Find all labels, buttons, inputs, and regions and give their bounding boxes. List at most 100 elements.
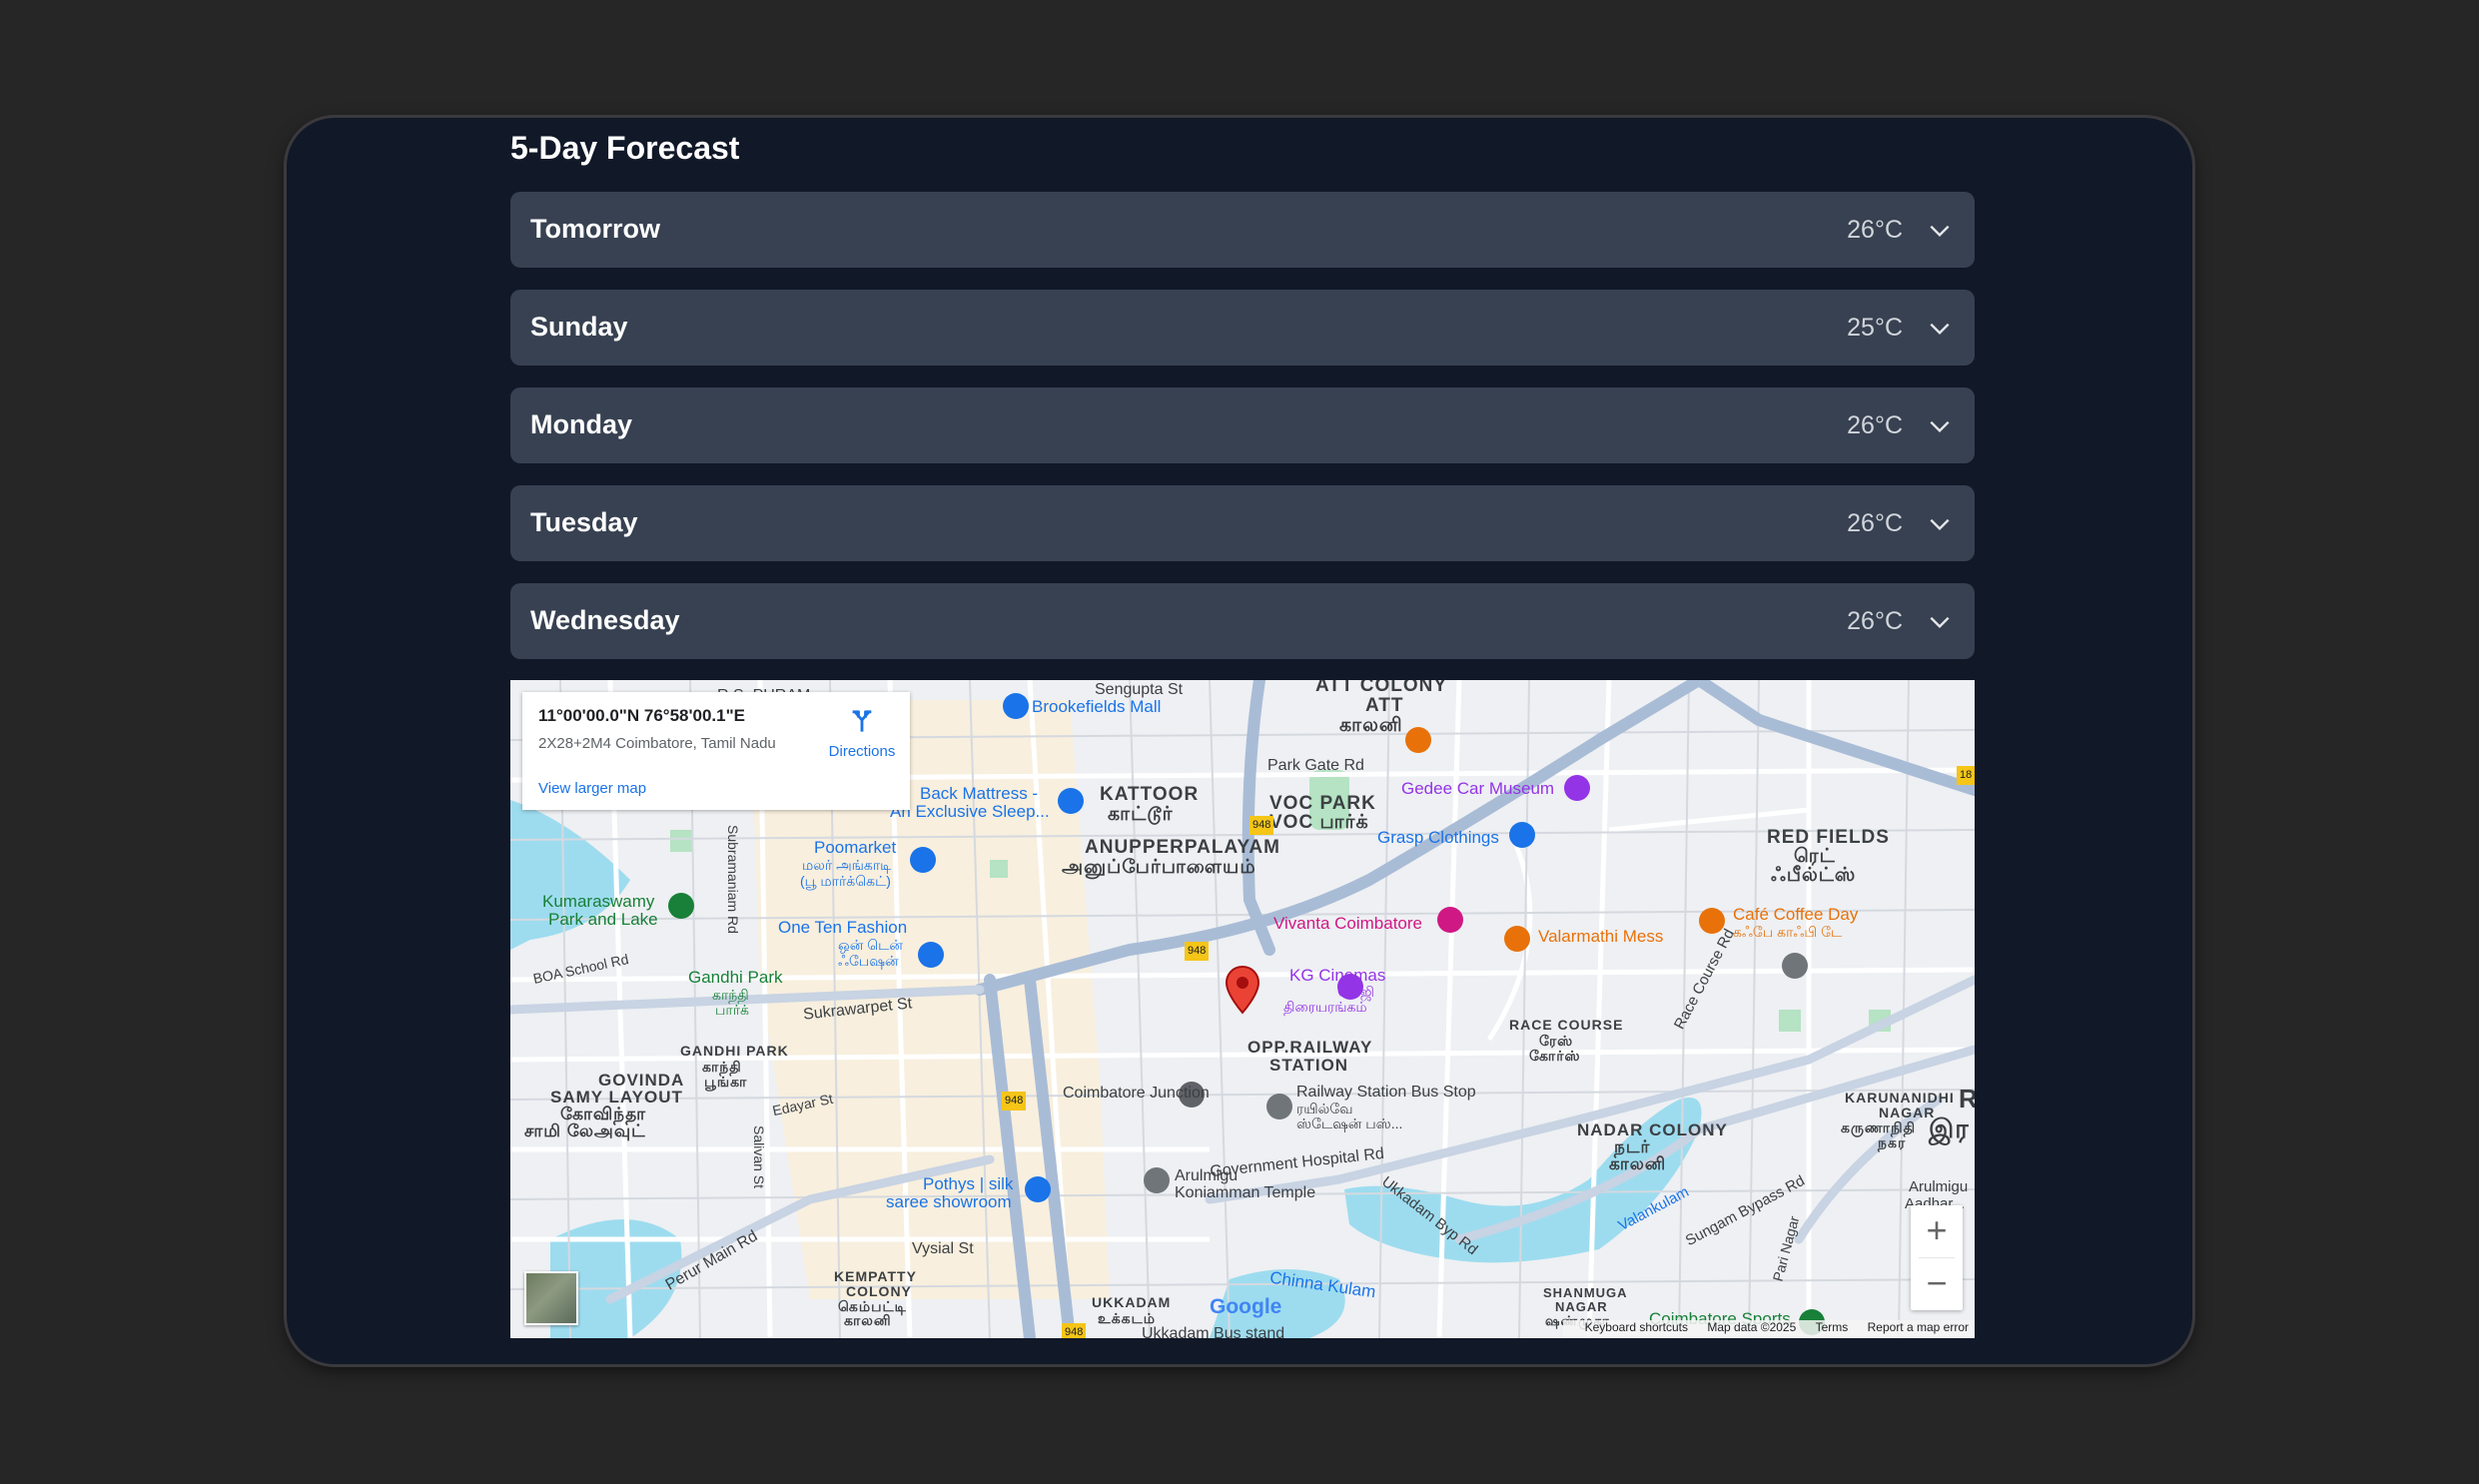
shopping-bag-icon[interactable] bbox=[1025, 1176, 1051, 1202]
map-label: One Ten Fashion bbox=[778, 918, 908, 937]
map-label: கோர்ஸ் bbox=[1529, 1048, 1581, 1064]
map-label: ஃபீல்ட்ஸ் bbox=[1771, 865, 1857, 886]
map-label: An Exclusive Sleep... bbox=[890, 802, 1050, 821]
chevron-down-icon bbox=[1930, 225, 1950, 238]
bus-stop-icon[interactable] bbox=[1266, 1094, 1292, 1119]
location-marker-icon[interactable] bbox=[1225, 965, 1260, 1015]
forecast-day-wednesday[interactable]: Wednesday 26°C bbox=[510, 583, 1975, 659]
map-label: Salivan St bbox=[751, 1125, 767, 1189]
map-label: Coimbatore Junction bbox=[1063, 1085, 1210, 1102]
day-name: Tomorrow bbox=[530, 214, 660, 244]
restaurant-icon[interactable] bbox=[1405, 727, 1431, 753]
plus-code-address: 2X28+2M4 Coimbatore, Tamil Nadu bbox=[538, 735, 776, 752]
section-title: 5-Day Forecast bbox=[510, 130, 740, 166]
forecast-day-monday[interactable]: Monday 26°C bbox=[510, 387, 1975, 463]
chevron-down-icon bbox=[1930, 518, 1950, 531]
directions-button[interactable]: Directions bbox=[824, 706, 900, 760]
map-label: KATTOOR bbox=[1100, 784, 1200, 805]
map-label: (பூ மார்க்கெட்) bbox=[800, 873, 891, 889]
map-label: Grasp Clothings bbox=[1377, 828, 1499, 847]
day-name: Monday bbox=[530, 409, 633, 439]
google-logo-text: Google bbox=[1210, 1295, 1282, 1318]
map-label: பூங்கா bbox=[704, 1074, 748, 1090]
place-info-card: 11°00'00.0"N 76°58'00.1"E 2X28+2M4 Coimb… bbox=[522, 692, 910, 810]
map-label: STATION bbox=[1269, 1056, 1349, 1075]
road-shield: 948 bbox=[1062, 1323, 1087, 1338]
hotel-icon[interactable] bbox=[1437, 907, 1463, 933]
zoom-out-button[interactable]: − bbox=[1911, 1258, 1963, 1310]
map-label: திரையரங்கம் bbox=[1283, 999, 1367, 1015]
map-label: Pothys | silk bbox=[923, 1174, 1014, 1193]
map-label: ஸ்டேஷன் பஸ்... bbox=[1296, 1115, 1403, 1131]
map-label: Gedee Car Museum bbox=[1401, 779, 1555, 798]
map-label: RED FIELDS bbox=[1767, 827, 1890, 848]
map-label: காலனி bbox=[844, 1312, 892, 1328]
road-shield: 948 bbox=[1002, 1092, 1027, 1111]
map-label: நகர bbox=[1878, 1134, 1907, 1150]
map-label: Café Coffee Day bbox=[1733, 905, 1859, 924]
map-label: காலனி bbox=[1339, 715, 1403, 736]
map-attribution: Keyboard shortcuts Map data ©2025 Terms … bbox=[1562, 1320, 1975, 1338]
map-label: சாமி லேஅவுட் bbox=[524, 1121, 646, 1140]
day-temperature: 26°C bbox=[1847, 411, 1903, 439]
day-temperature: 26°C bbox=[1847, 216, 1903, 244]
map-label: ஃபேஷன் bbox=[838, 953, 899, 969]
directions-label: Directions bbox=[828, 743, 896, 760]
embedded-map[interactable]: R.S. PURAM Sengupta St Brookefields Mall… bbox=[510, 680, 1975, 1338]
restaurant-icon[interactable] bbox=[1504, 926, 1530, 952]
map-label: Poomarket bbox=[814, 838, 897, 857]
map-label: காலனி bbox=[1609, 1154, 1667, 1173]
shopping-bag-icon[interactable] bbox=[1058, 788, 1084, 814]
shopping-bag-icon[interactable] bbox=[918, 942, 944, 968]
view-larger-map-link[interactable]: View larger map bbox=[538, 780, 646, 797]
day-temperature: 26°C bbox=[1847, 509, 1903, 537]
map-label: Back Mattress - bbox=[920, 784, 1039, 803]
terms-link[interactable]: Terms bbox=[1816, 1320, 1849, 1334]
map-label: ரெட் bbox=[1794, 846, 1836, 867]
forecast-day-sunday[interactable]: Sunday 25°C bbox=[510, 290, 1975, 366]
school-icon[interactable] bbox=[1782, 953, 1808, 979]
forecast-day-tomorrow[interactable]: Tomorrow 26°C bbox=[510, 192, 1975, 268]
day-name: Sunday bbox=[530, 312, 628, 342]
shopping-bag-icon[interactable] bbox=[1003, 693, 1029, 719]
report-map-error-link[interactable]: Report a map error bbox=[1868, 1320, 1969, 1334]
map-data-label: Map data ©2025 bbox=[1707, 1320, 1797, 1334]
map-label: பார்க் bbox=[715, 1002, 750, 1018]
map-label: NADAR COLONY bbox=[1577, 1120, 1728, 1139]
map-label: ATT bbox=[1365, 695, 1404, 716]
map-label: அனுப்பேர்பாளையம் bbox=[1062, 857, 1256, 878]
map-label: Ukkadam Bus stand bbox=[1142, 1325, 1285, 1338]
zoom-in-button[interactable]: + bbox=[1911, 1205, 1963, 1257]
map-label: ATT COLONY bbox=[1315, 680, 1448, 696]
map-label: கஃபே காஃபி டே bbox=[1733, 924, 1843, 940]
directions-icon bbox=[852, 710, 872, 732]
map-label: OPP.RAILWAY bbox=[1247, 1038, 1373, 1057]
map-label: Kumaraswamy bbox=[542, 892, 655, 911]
map-label: Gandhi Park bbox=[688, 968, 783, 987]
park-icon[interactable] bbox=[668, 893, 694, 919]
road-shield: 948 bbox=[1249, 816, 1274, 835]
road-shield: 948 bbox=[1185, 942, 1210, 961]
day-name: Tuesday bbox=[530, 507, 638, 537]
map-label: Park Gate Rd bbox=[1267, 757, 1364, 774]
map-label: காட்டூர் bbox=[1108, 804, 1174, 825]
google-logo: Google bbox=[1210, 1295, 1281, 1319]
map-label: Brookefields Mall bbox=[1032, 697, 1162, 716]
shopping-bag-icon[interactable] bbox=[1509, 822, 1535, 848]
coordinates: 11°00'00.0"N 76°58'00.1"E bbox=[538, 706, 746, 725]
map-label: Koniamman Temple bbox=[1175, 1184, 1316, 1201]
keyboard-shortcuts-link[interactable]: Keyboard shortcuts bbox=[1585, 1320, 1688, 1334]
chevron-down-icon bbox=[1930, 616, 1950, 629]
temple-icon[interactable] bbox=[1144, 1167, 1170, 1193]
day-temperature: 25°C bbox=[1847, 314, 1903, 342]
chevron-down-icon bbox=[1930, 420, 1950, 433]
map-label: VOC பார்க் bbox=[1269, 812, 1369, 833]
museum-icon[interactable] bbox=[1564, 775, 1590, 801]
shopping-cart-icon[interactable] bbox=[910, 847, 936, 873]
satellite-toggle-button[interactable] bbox=[524, 1271, 578, 1325]
map-label: Park and Lake bbox=[548, 910, 658, 929]
forecast-day-tuesday[interactable]: Tuesday 26°C bbox=[510, 485, 1975, 561]
app-window: 5-Day Forecast Tomorrow 26°C Sunday 25°C… bbox=[287, 118, 2192, 1364]
map-label: Subramaniam Rd bbox=[725, 825, 741, 934]
day-name: Wednesday bbox=[530, 605, 680, 635]
